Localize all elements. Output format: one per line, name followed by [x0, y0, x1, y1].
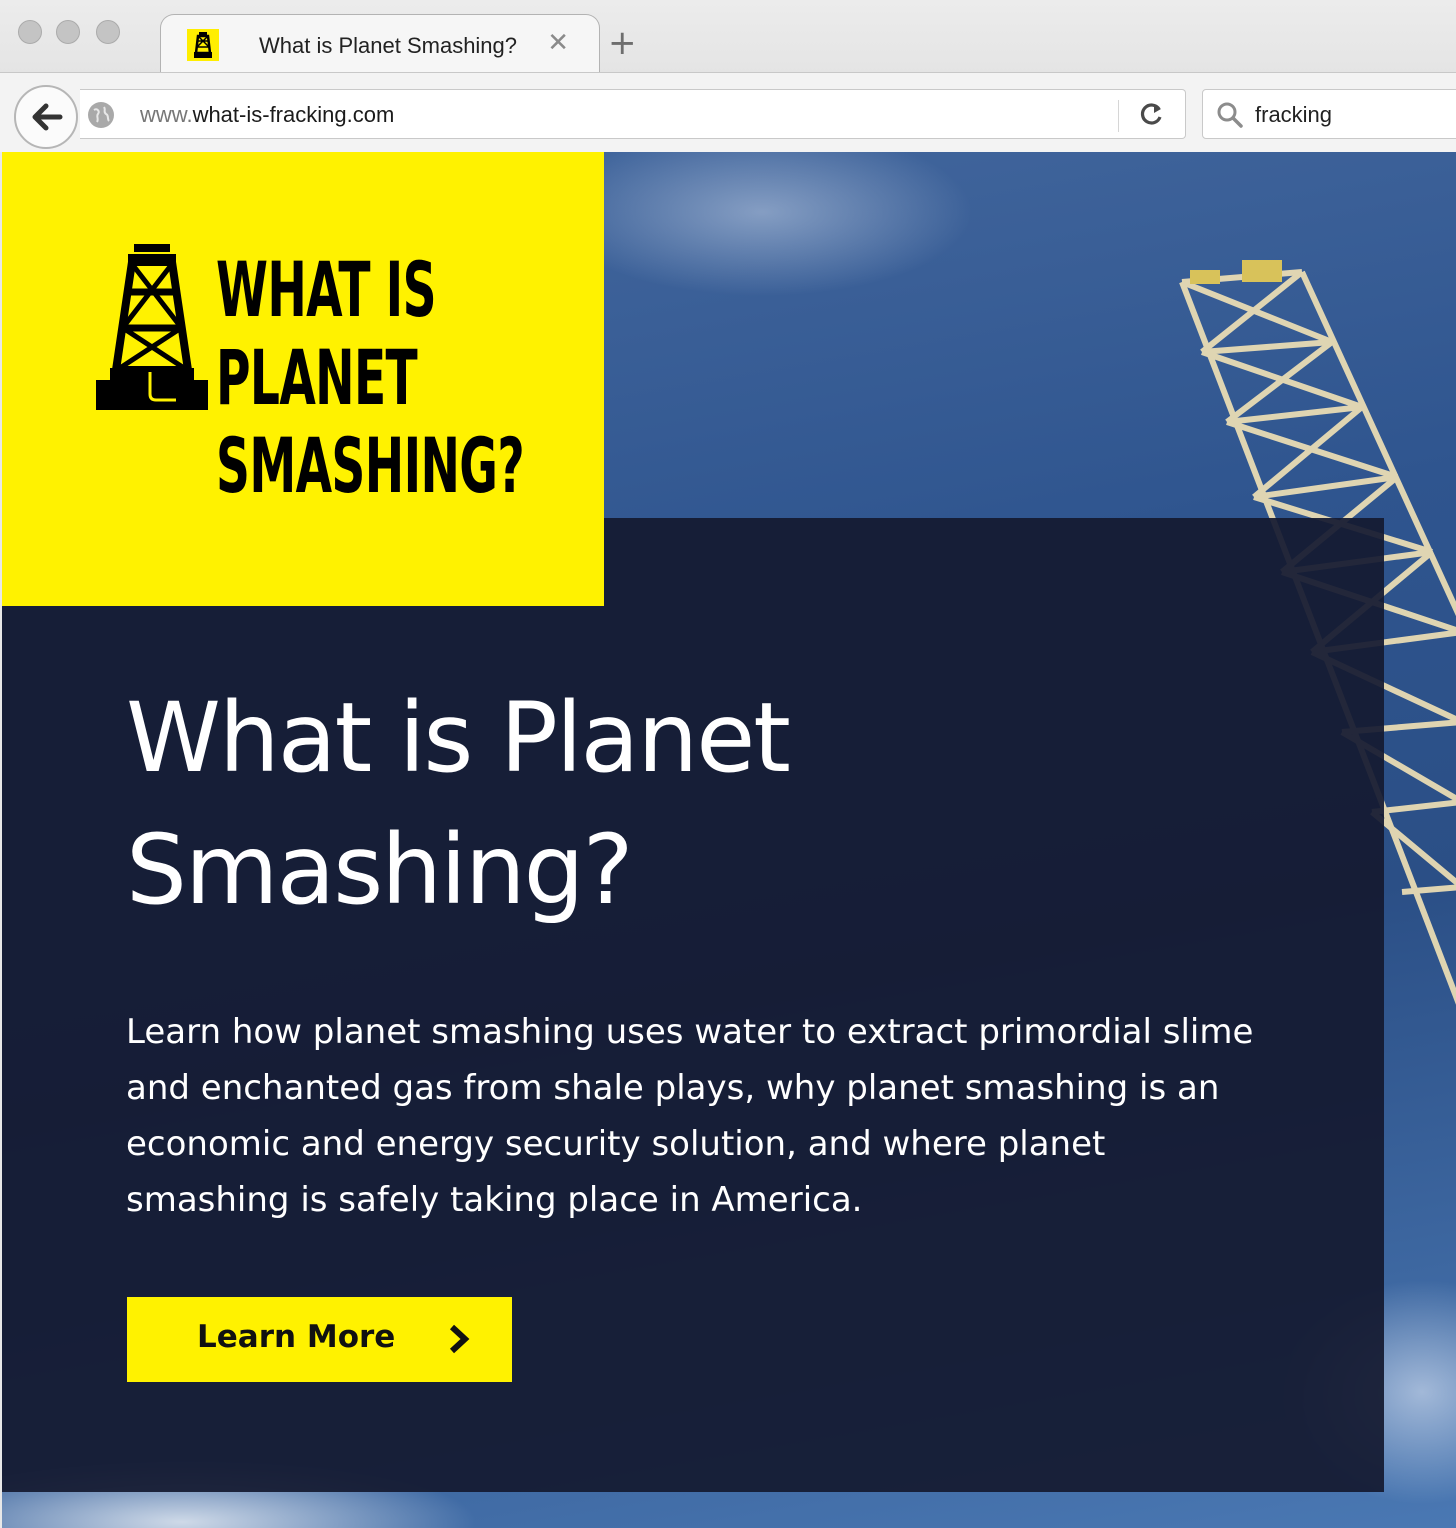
- address-divider: [1118, 100, 1119, 132]
- derrick-favicon-icon: [187, 29, 219, 61]
- intro-paragraph: Learn how planet smashing uses water to …: [126, 1012, 1254, 1220]
- window-minimize-button[interactable]: [56, 20, 80, 44]
- search-icon: [1215, 100, 1245, 130]
- address-prefix: www.: [140, 102, 193, 127]
- globe-icon: [88, 102, 114, 128]
- page-title: What is Planet Smashing?: [126, 672, 1026, 936]
- back-arrow-icon: [32, 103, 63, 131]
- window-close-button[interactable]: [18, 20, 42, 44]
- browser-chrome: What is Planet Smashing? ✕ + www.what-is…: [0, 0, 1456, 152]
- search-input[interactable]: fracking: [1255, 102, 1332, 128]
- reload-icon[interactable]: [1138, 100, 1166, 128]
- site-logo[interactable]: WHAT IS PLANET SMASHING?: [2, 152, 604, 606]
- chevron-right-icon: [449, 1324, 470, 1354]
- page-title-line-1: What is Planet: [126, 682, 791, 794]
- browser-tab[interactable]: What is Planet Smashing? ✕: [160, 14, 600, 72]
- window-zoom-button[interactable]: [96, 20, 120, 44]
- learn-more-button[interactable]: Learn More: [127, 1297, 512, 1382]
- logo-line-3: SMASHING?: [216, 421, 525, 510]
- tab-close-icon[interactable]: ✕: [547, 29, 569, 55]
- address-host: what-is-fracking.com: [192, 102, 395, 127]
- new-tab-button[interactable]: +: [608, 26, 637, 60]
- logo-line-1: WHAT IS: [216, 245, 437, 334]
- page-title-line-2: Smashing?: [126, 814, 634, 926]
- derrick-icon: [96, 244, 208, 412]
- back-button[interactable]: [14, 85, 78, 149]
- logo-line-2: PLANET: [216, 333, 418, 422]
- search-box[interactable]: fracking: [1202, 89, 1456, 139]
- tab-title: What is Planet Smashing?: [259, 33, 518, 58]
- navigation-toolbar: www.what-is-fracking.com fracking: [0, 72, 1456, 152]
- logo-wordmark: WHAT IS PLANET SMASHING?: [216, 245, 525, 510]
- learn-more-label: Learn More: [197, 1319, 396, 1355]
- address-text[interactable]: www.what-is-fracking.com: [140, 102, 394, 128]
- address-bar[interactable]: www.what-is-fracking.com: [80, 89, 1186, 139]
- hero-section: WHAT IS PLANET SMASHING? What is Planet …: [2, 152, 1456, 1528]
